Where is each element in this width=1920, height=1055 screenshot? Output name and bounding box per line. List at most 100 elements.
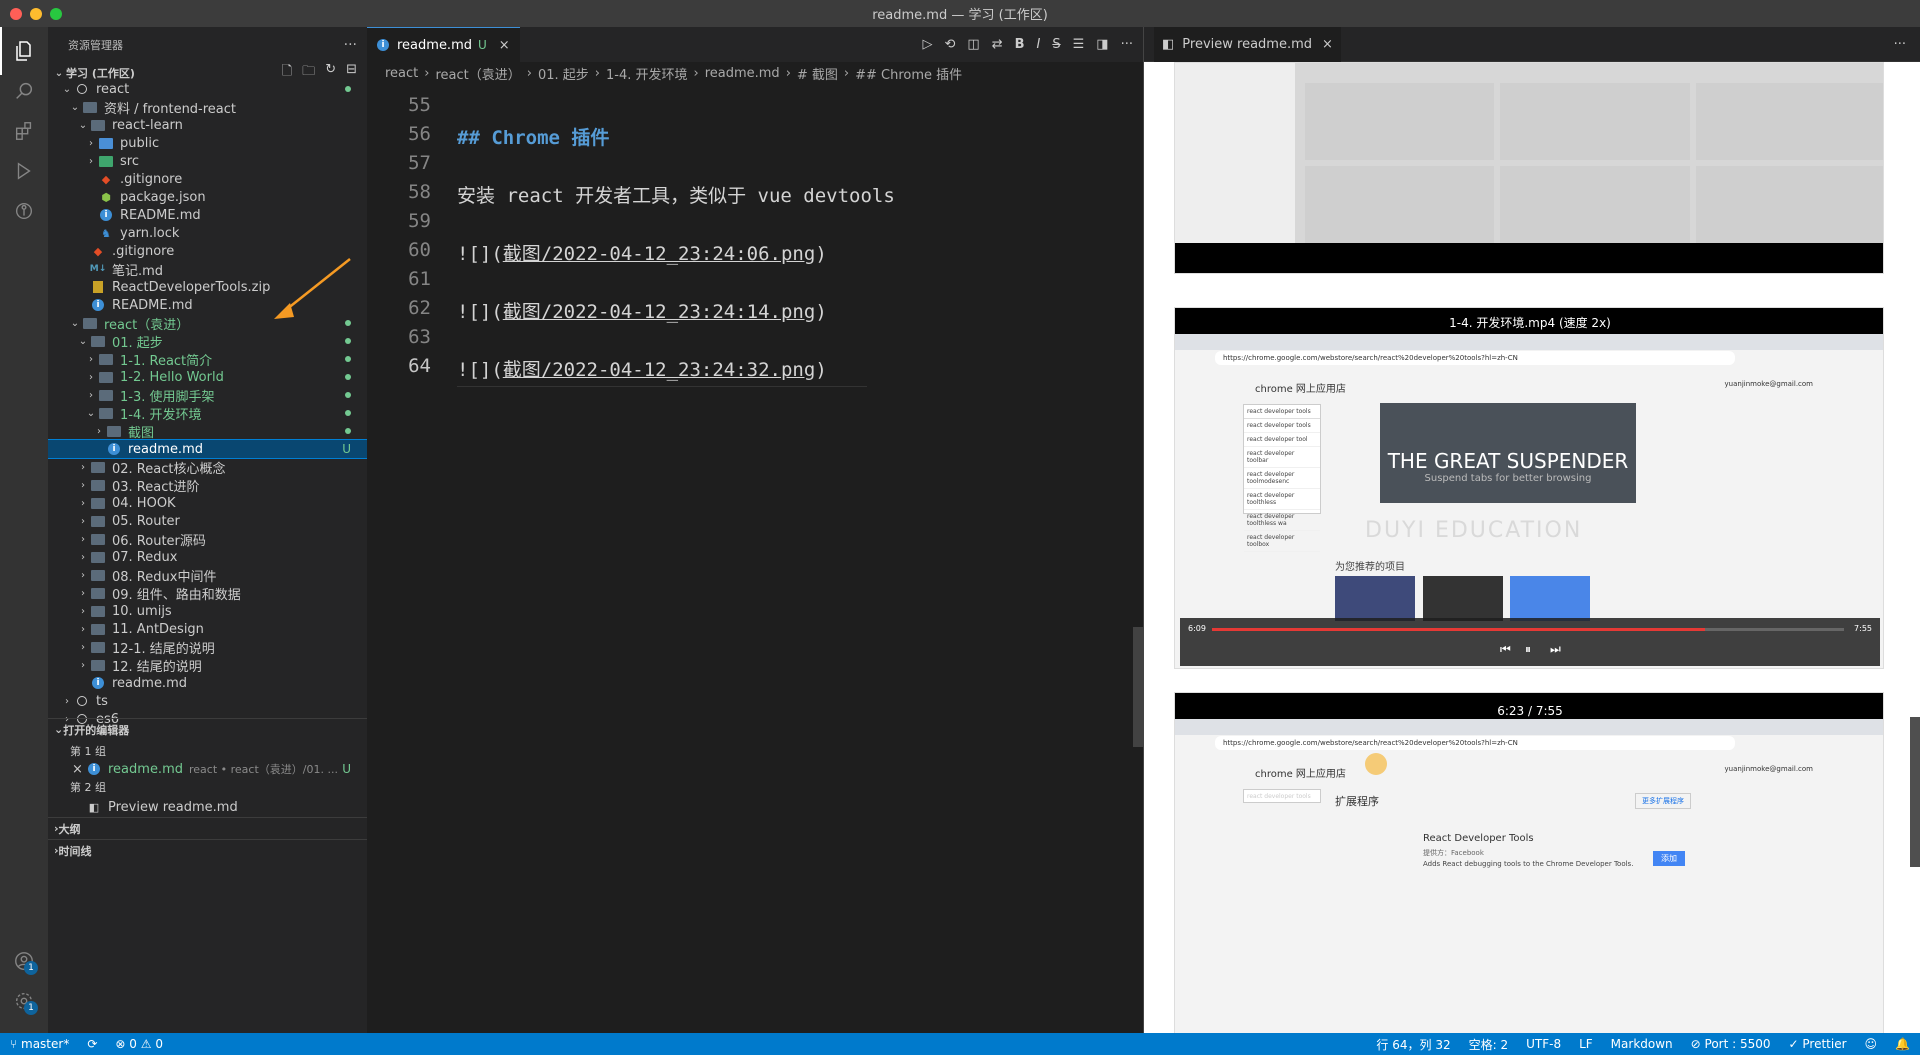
breadcrumb-item[interactable]: 01. 起步 <box>538 64 589 83</box>
tree-item[interactable]: ♞ yarn.lock <box>48 224 367 242</box>
info-file-icon: i <box>86 761 102 777</box>
zoom-window-button[interactable] <box>50 8 62 20</box>
error-count: 0 <box>129 1037 137 1051</box>
tree-item[interactable]: › 09. 组件、路由和数据 <box>48 584 367 603</box>
tree-item[interactable]: i README.md <box>48 206 367 224</box>
tree-item-label: src <box>120 153 139 169</box>
tree-item[interactable]: › public <box>48 134 367 152</box>
indentation[interactable]: 空格: 2 <box>1469 1036 1509 1053</box>
extension-card <box>1305 83 1495 160</box>
minimize-window-button[interactable] <box>30 8 42 20</box>
end-of-line[interactable]: LF <box>1579 1037 1593 1051</box>
tree-item[interactable]: i readme.md U <box>48 439 367 459</box>
tree-item[interactable]: ⌄ 01. 起步 <box>48 332 367 351</box>
tree-item[interactable]: ◆ .gitignore <box>48 170 367 188</box>
source-control-icon[interactable] <box>0 187 48 235</box>
chevron-right-icon: › <box>81 515 85 527</box>
close-tab-icon[interactable]: × <box>1322 37 1333 52</box>
open-editor-preview[interactable]: ◧ Preview readme.md <box>48 796 367 818</box>
tree-item[interactable]: › 02. React核心概念 <box>48 458 367 477</box>
history-icon[interactable]: ⟲ <box>945 37 956 52</box>
close-window-button[interactable] <box>10 8 22 20</box>
tree-item[interactable]: ⌄ 1-4. 开发环境 <box>48 404 367 423</box>
next-icon[interactable]: ⏭ <box>1550 642 1561 657</box>
breadcrumb-item[interactable]: # 截图 <box>797 64 838 83</box>
close-tab-icon[interactable]: × <box>499 38 510 53</box>
sync-icon[interactable]: ⟳ <box>87 1037 97 1051</box>
tree-item[interactable]: ⬢ package.json <box>48 188 367 206</box>
tab-preview[interactable]: ◧ Preview readme.md × <box>1154 26 1341 62</box>
open-editors-header[interactable]: ⌄ 打开的编辑器 <box>48 718 367 740</box>
md-image-path[interactable]: 截图/2022-04-12_23:24:32.png <box>503 359 816 381</box>
tree-item[interactable]: › 03. React进阶 <box>48 476 367 495</box>
italic-icon[interactable]: I <box>1037 37 1041 52</box>
tree-item[interactable]: › 1-2. Hello World <box>48 368 367 386</box>
previous-icon[interactable]: ⏮ <box>1500 642 1511 657</box>
compare-icon[interactable]: ⇄ <box>992 37 1003 52</box>
preview-body[interactable]: 1-4. 开发环境.mp4 (速度 2x) https://chrome.goo… <box>1144 62 1920 1033</box>
branch-indicator[interactable]: ⑂ master* <box>10 1037 69 1051</box>
tree-item[interactable]: › 07. Redux <box>48 548 367 566</box>
settings-gear-icon[interactable]: 1 <box>0 977 48 1025</box>
more-actions-icon[interactable]: ··· <box>1894 37 1906 52</box>
encoding[interactable]: UTF-8 <box>1526 1037 1561 1051</box>
modified-dot <box>345 410 351 416</box>
breadcrumb-item[interactable]: 1-4. 开发环境 <box>606 64 688 83</box>
md-image-close: ) <box>815 359 827 381</box>
breadcrumb-item[interactable]: ## Chrome 插件 <box>855 64 962 83</box>
cursor-position[interactable]: 行 64，列 32 <box>1376 1036 1450 1053</box>
more-actions-icon[interactable]: ··· <box>1121 37 1133 52</box>
md-image-path[interactable]: 截图/2022-04-12_23:24:14.png <box>503 301 816 323</box>
tree-item[interactable]: › 截图 <box>48 422 367 441</box>
tree-item[interactable]: › 05. Router <box>48 512 367 530</box>
tree-item[interactable]: › 11. AntDesign <box>48 620 367 638</box>
open-preview-icon[interactable]: ◫ <box>967 37 979 52</box>
npm-icon: ⬢ <box>101 190 111 204</box>
tree-item[interactable]: › 06. Router源码 <box>48 530 367 549</box>
code-editor[interactable]: 55 56 ## Chrome 插件 57 58 安装 react 开发者工具，类似于 v… <box>367 84 1067 1033</box>
problems-indicator[interactable]: ⊗ 0 ⚠ 0 <box>115 1037 163 1051</box>
live-server[interactable]: ⊘ Port : 5500 <box>1691 1037 1771 1051</box>
preview-scrollbar[interactable] <box>1910 717 1920 867</box>
video-progress-track[interactable] <box>1212 628 1844 631</box>
tree-item[interactable]: ⌄ 资料 / frontend-react <box>48 98 367 117</box>
tree-item[interactable]: › 1-3. 使用脚手架 <box>48 386 367 405</box>
arrow-annotation <box>274 258 351 319</box>
tree-item[interactable]: › 1-1. React简介 <box>48 350 367 369</box>
breadcrumb-item[interactable]: readme.md <box>705 66 780 81</box>
breadcrumb-item[interactable]: react（袁进） <box>435 64 520 83</box>
pause-icon[interactable]: ⏸ <box>1525 642 1531 657</box>
tree-item[interactable]: ⌄ react-learn <box>48 116 367 134</box>
language-mode[interactable]: Markdown <box>1611 1037 1673 1051</box>
timeline-header[interactable]: › 时间线 <box>48 839 367 861</box>
tree-item[interactable]: i readme.md <box>48 674 367 692</box>
close-icon[interactable]: × <box>72 762 86 777</box>
tree-item[interactable]: › 10. umijs <box>48 602 367 620</box>
list-icon[interactable]: ☰ <box>1073 37 1085 52</box>
tree-item[interactable]: › 08. Redux中间件 <box>48 566 367 585</box>
tree-item[interactable]: › 12-1. 结尾的说明 <box>48 638 367 657</box>
bold-icon[interactable]: B <box>1015 37 1025 52</box>
more-actions-icon[interactable]: ··· <box>344 37 357 53</box>
run-icon[interactable]: ▷ <box>923 37 933 52</box>
bell-icon[interactable]: 🔔 <box>1895 1037 1910 1051</box>
video-time-current: 6:09 <box>1188 624 1206 633</box>
md-image-open: ![]( <box>457 301 503 323</box>
outline-header[interactable]: › 大纲 <box>48 817 367 839</box>
prettier[interactable]: ✓ Prettier <box>1789 1037 1847 1051</box>
md-image-path[interactable]: 截图/2022-04-12_23:24:06.png <box>503 243 816 265</box>
open-editor-filename: readme.md <box>108 761 183 777</box>
add-extension-button: 添加 <box>1653 851 1685 866</box>
tree-item[interactable]: › 04. HOOK <box>48 494 367 512</box>
tab-readme[interactable]: i readme.md U × <box>367 27 520 62</box>
tree-item[interactable]: › src <box>48 152 367 170</box>
feedback-icon[interactable]: ☺ <box>1865 1037 1878 1051</box>
breadcrumb-item[interactable]: react <box>385 66 418 81</box>
scrollbar-thumb[interactable] <box>1133 627 1143 747</box>
tree-item[interactable]: ⌄ react <box>48 80 367 98</box>
strikethrough-icon[interactable]: S <box>1052 37 1060 52</box>
split-editor-icon[interactable]: ◨ <box>1096 37 1108 52</box>
extension-card <box>1695 166 1883 243</box>
tree-item[interactable]: › ts <box>48 692 367 710</box>
tree-item[interactable]: › 12. 结尾的说明 <box>48 656 367 675</box>
